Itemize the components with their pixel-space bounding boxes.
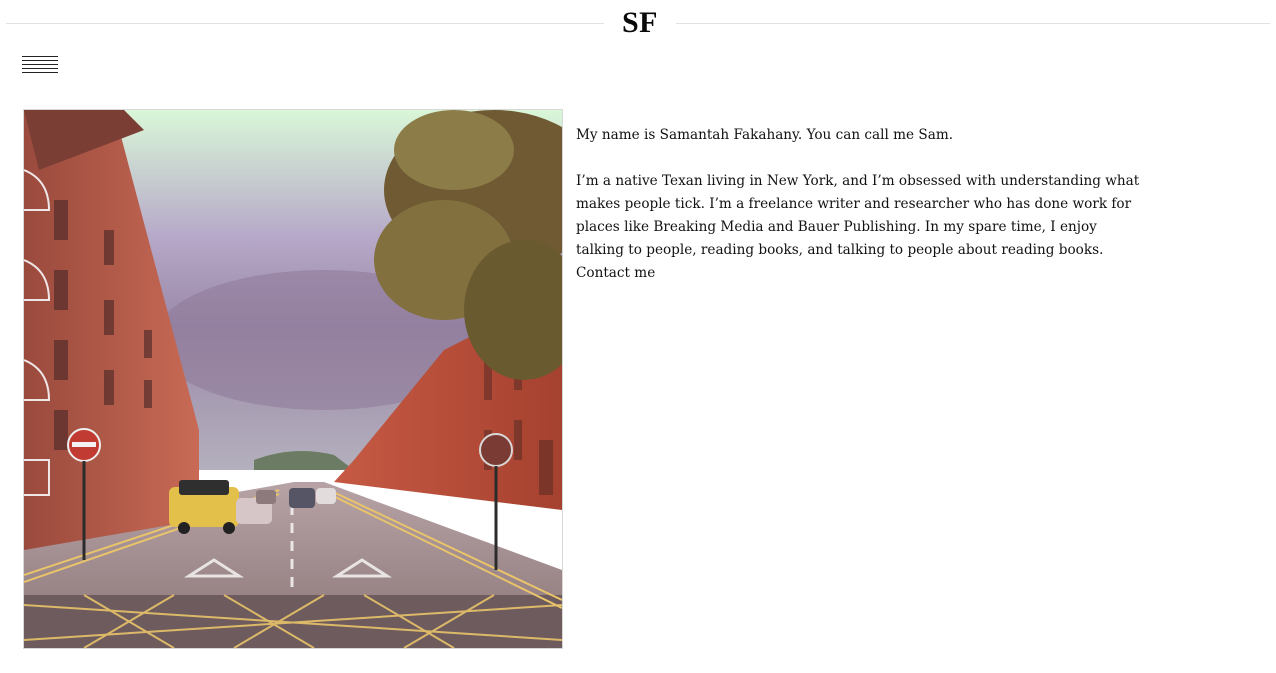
contact-link[interactable]: Contact me <box>576 265 655 281</box>
street-photo <box>23 109 563 649</box>
page: SF My name is Samantah Fakahany. You can… <box>0 0 1276 673</box>
bio-body-paragraph: I’m a native Texan living in New York, a… <box>576 170 1146 285</box>
header-divider-left <box>6 23 604 24</box>
header-divider-right <box>676 23 1270 24</box>
bio-body: I’m a native Texan living in New York, a… <box>576 173 1140 258</box>
bio-intro: My name is Samantah Fakahany. You can ca… <box>576 127 954 143</box>
hamburger-menu-icon[interactable] <box>22 56 58 76</box>
bio-text: My name is Samantah Fakahany. You can ca… <box>576 124 1146 308</box>
site-logo[interactable]: SF <box>604 6 676 40</box>
